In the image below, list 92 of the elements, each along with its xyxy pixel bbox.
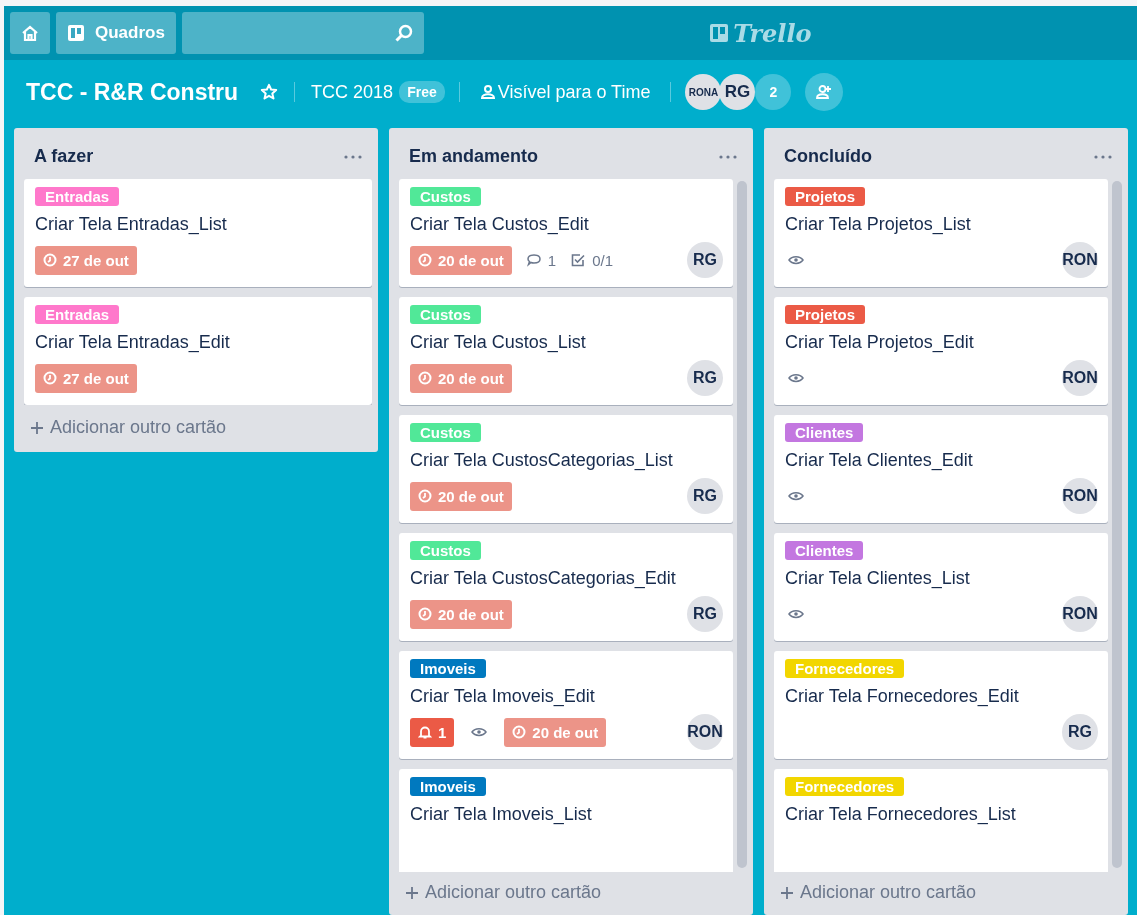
plus-icon (405, 885, 419, 900)
scrollbar[interactable] (737, 181, 747, 868)
add-card-button[interactable]: Adicionar outro cartão (14, 405, 378, 452)
card-title: Criar Tela Fornecedores_Edit (785, 686, 1019, 707)
eye-icon (788, 609, 804, 619)
due-date-badge: 20 de out (410, 363, 512, 393)
card-label: Projetos (785, 305, 865, 324)
card[interactable]: Projetos Criar Tela Projetos_Edit RON (774, 297, 1108, 405)
list-title[interactable]: Em andamento (409, 146, 539, 167)
card[interactable]: Custos Criar Tela Custos_List 20 de out RG (399, 297, 733, 405)
card[interactable]: Fornecedores Criar Tela Fornecedores_Edit RG (774, 651, 1108, 759)
card-label: Clientes (785, 541, 864, 560)
card-label: Imoveis (410, 777, 486, 796)
due-date-badge: 20 de out (504, 717, 607, 747)
card[interactable]: Custos Criar Tela CustosCategorias_Edit 20 de out RG (399, 533, 733, 641)
team-icon (479, 85, 496, 99)
card[interactable]: Imoveis Criar Tela Imoveis_Edit 1 20 de out RON (399, 651, 733, 759)
plus-icon (30, 420, 44, 435)
card[interactable]: Clientes Criar Tela Clientes_Edit RON (774, 415, 1108, 523)
member-avatar[interactable]: RON (687, 714, 723, 750)
card[interactable]: Fornecedores Criar Tela Fornecedores_List (774, 769, 1108, 872)
list-title[interactable]: A fazer (34, 146, 94, 167)
more-icon[interactable] (344, 154, 362, 159)
card-label: Custos (410, 541, 481, 560)
card-title: Criar Tela CustosCategorias_Edit (410, 568, 676, 589)
card-title: Criar Tela Custos_List (410, 332, 586, 353)
member-avatar[interactable]: RONA (685, 74, 722, 110)
due-date-badge: 27 de out (35, 245, 137, 275)
card-label: Fornecedores (785, 659, 905, 678)
more-icon[interactable] (1094, 154, 1112, 159)
card-title: Criar Tela Imoveis_List (410, 804, 592, 825)
add-card-button[interactable]: Adicionar outro cartão (764, 872, 1128, 915)
member-avatar[interactable]: RON (1062, 360, 1098, 396)
member-avatar[interactable]: RG (687, 242, 723, 278)
card-title: Criar Tela Clientes_Edit (785, 450, 973, 471)
card-title: Criar Tela CustosCategorias_List (410, 450, 673, 471)
card[interactable]: Custos Criar Tela CustosCategorias_List 20 de out RG (399, 415, 733, 523)
card[interactable]: Entradas Criar Tela Entradas_Edit 27 de out (24, 297, 372, 405)
add-card-button[interactable]: Adicionar outro cartão (389, 872, 753, 915)
due-date-badge: 20 de out (410, 481, 512, 511)
plan-badge: Free (399, 81, 445, 103)
card-label: Projetos (785, 187, 865, 206)
more-icon[interactable] (719, 154, 737, 159)
card-title: Criar Tela Projetos_Edit (785, 332, 974, 353)
member-avatar[interactable]: RG (687, 596, 723, 632)
card[interactable]: Projetos Criar Tela Projetos_List RON (774, 179, 1108, 287)
card[interactable]: Imoveis Criar Tela Imoveis_List (399, 769, 733, 872)
member-avatar[interactable]: RON (1062, 478, 1098, 514)
add-member-button[interactable] (805, 73, 844, 111)
card-title: Criar Tela Entradas_List (35, 214, 227, 235)
card-label: Entradas (35, 305, 120, 324)
card-label: Fornecedores (785, 777, 905, 796)
list-title[interactable]: Concluído (784, 146, 872, 167)
member-avatar[interactable]: RG (1062, 714, 1098, 750)
card-label: Custos (410, 423, 481, 442)
card[interactable]: Custos Criar Tela Custos_Edit 20 de out 1 0/1 RG (399, 179, 733, 287)
card-title: Criar Tela Imoveis_Edit (410, 686, 595, 707)
member-avatar[interactable]: RG (719, 74, 756, 110)
card-label: Clientes (785, 423, 864, 442)
board-icon (67, 24, 85, 42)
add-person-icon (816, 84, 833, 100)
checklist-badge: 0/1 (570, 251, 614, 269)
card-label: Custos (410, 305, 481, 324)
due-date-badge: 20 de out (410, 245, 512, 275)
eye-icon (788, 373, 804, 383)
card-title: Criar Tela Projetos_List (785, 214, 971, 235)
card-title: Criar Tela Clientes_List (785, 568, 970, 589)
card[interactable]: Entradas Criar Tela Entradas_List 27 de out (24, 179, 372, 287)
plus-icon (780, 885, 794, 900)
card-title: Criar Tela Fornecedores_List (785, 804, 1016, 825)
card-label: Imoveis (410, 659, 486, 678)
comments-badge: 1 (525, 251, 557, 269)
eye-icon (471, 727, 488, 737)
member-avatar[interactable]: RG (687, 478, 723, 514)
search-field[interactable] (181, 12, 424, 54)
scrollbar[interactable] (1112, 181, 1122, 868)
card-title: Criar Tela Entradas_Edit (35, 332, 230, 353)
card-title: Criar Tela Custos_Edit (410, 214, 589, 235)
home-button[interactable] (10, 12, 50, 54)
eye-icon (788, 491, 804, 501)
member-avatar[interactable]: RON (1062, 242, 1098, 278)
due-date-badge: 27 de out (35, 363, 137, 393)
home-icon (21, 24, 39, 42)
due-date-badge: 20 de out (410, 599, 512, 629)
eye-icon (788, 255, 804, 265)
member-avatar[interactable]: RG (687, 360, 723, 396)
member-avatar[interactable]: RON (1062, 596, 1098, 632)
card-label: Entradas (35, 187, 120, 206)
search-icon (393, 23, 414, 43)
card-label: Custos (410, 187, 481, 206)
notification-badge: 1 (410, 717, 455, 747)
card[interactable]: Clientes Criar Tela Clientes_List RON (774, 533, 1108, 641)
